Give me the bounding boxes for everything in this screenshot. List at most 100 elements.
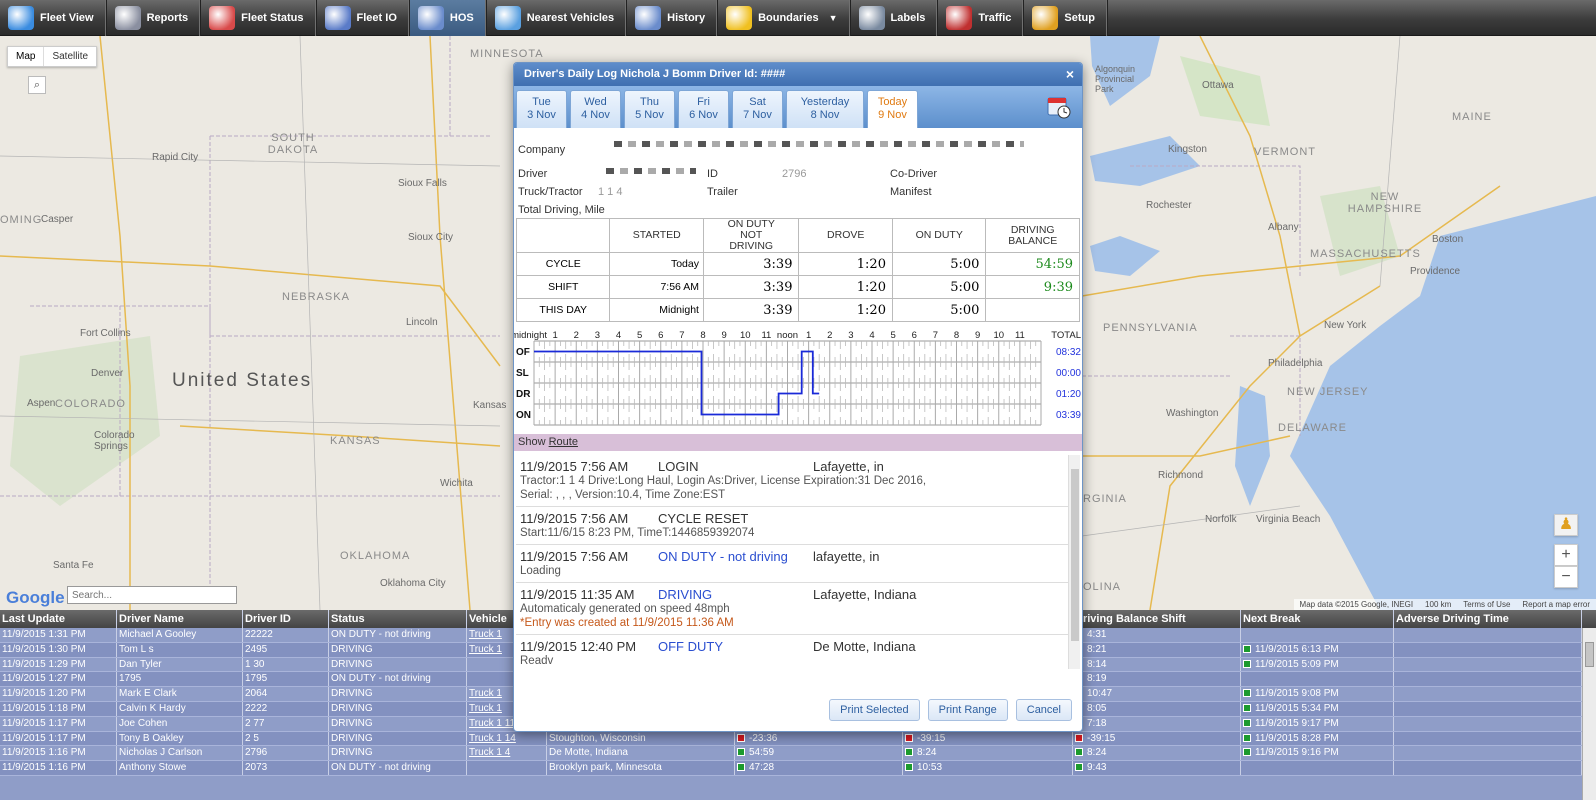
zoom-search-icon[interactable]: ⌕	[28, 76, 46, 94]
grid-column-header[interactable]: Next Break	[1241, 610, 1394, 628]
grid-column-header[interactable]: Adverse Driving Time	[1394, 610, 1582, 628]
grid-cell-status: DRIVING	[331, 702, 373, 714]
grid-cell-vehicle[interactable]: Truck 1 4	[469, 747, 510, 758]
toolbar-fleet-status-button[interactable]: Fleet Status	[201, 0, 317, 36]
toolbar-reports-button[interactable]: Reports	[107, 0, 202, 36]
toolbar-nearest-vehicles-button[interactable]: Nearest Vehicles	[487, 0, 628, 36]
grid-column-header[interactable]: Last Update	[0, 610, 117, 628]
grid-column-header[interactable]: Driver ID	[243, 610, 329, 628]
map-type-satellite-button[interactable]: Satellite	[44, 47, 96, 66]
grid-cell[interactable]: Truck 1 4	[467, 746, 547, 761]
toolbar-fleet-io-button[interactable]: Fleet IO	[317, 0, 410, 36]
print-selected-button[interactable]: Print Selected	[829, 699, 920, 721]
print-range-button[interactable]: Print Range	[927, 699, 1008, 721]
grid-cell: 2073	[243, 761, 329, 775]
status-indicator-icon	[1243, 659, 1251, 668]
grid-cell-vehicle[interactable]: Truck 1	[469, 629, 502, 640]
zoom-in-button[interactable]: +	[1554, 544, 1578, 566]
calendar-clock-icon[interactable]	[1046, 94, 1072, 120]
report-error-link[interactable]: Report a map error	[1522, 600, 1590, 609]
chevron-down-icon[interactable]: ▼	[829, 13, 838, 23]
close-icon[interactable]: ×	[1066, 63, 1074, 86]
grid-cell-c1: 54:59	[749, 747, 775, 759]
toolbar-hos-button[interactable]: HOS	[409, 0, 487, 36]
log-hour-label: 1	[552, 330, 557, 341]
log-status-label: ON	[516, 410, 531, 421]
pegman-icon[interactable]: ♟	[1554, 514, 1578, 536]
map-city-label: Norfolk	[1205, 514, 1237, 525]
tab-today[interactable]: Today 9 Nov	[867, 90, 918, 128]
toolbar-fleet-view-button[interactable]: Fleet View	[0, 0, 107, 36]
table-row[interactable]: 11/9/2015 1:17 PM Tony B Oakley 2 5 DRIVING…	[0, 731, 1596, 747]
grid-cell[interactable]: Truck 1 14	[467, 731, 547, 746]
tab-yesterday[interactable]: Yesterday 8 Nov	[786, 90, 864, 128]
table-row[interactable]: 11/9/2015 1:16 PM Nicholas J Carlson 2796 D…	[0, 746, 1596, 762]
grid-cell-vehicle[interactable]: Truck 1 14	[469, 733, 516, 744]
grid-column-header[interactable]: Status	[329, 610, 467, 628]
map-scale: 100 km	[1425, 600, 1452, 609]
grid-cell[interactable]	[467, 761, 547, 775]
log-hour-label: 2	[574, 330, 579, 341]
cancel-button[interactable]: Cancel	[1015, 699, 1072, 721]
status-indicator-icon	[1075, 748, 1083, 757]
toolbar-boundaries-button[interactable]: Boundaries ▼	[718, 0, 851, 36]
grid-cell-vehicle[interactable]: Truck 1	[469, 703, 502, 714]
grid-cell-vehicle[interactable]: Truck 1	[469, 644, 502, 655]
event-item[interactable]: 11/9/2015 7:56 AM CYCLE RESET Start:11/6/1…	[516, 507, 1080, 545]
grid-cell: 8:21	[1073, 642, 1241, 657]
toolbar-traffic-button[interactable]: Traffic	[938, 0, 1025, 36]
log-hour-label: 1	[806, 330, 811, 341]
grid-column-header[interactable]: Driving Balance Shift	[1073, 610, 1241, 628]
show-route-bar: Show Route	[514, 434, 1082, 451]
grid-column-header[interactable]: Driver Name	[117, 610, 243, 628]
event-item[interactable]: 11/9/2015 7:56 AM ON DUTY - not driving la…	[516, 545, 1080, 583]
toolbar-history-button[interactable]: History	[627, 0, 719, 36]
grid-cell-c2: 8:24	[917, 747, 937, 759]
grid-cell: Stoughton, Wisconsin	[547, 731, 735, 746]
map-state-label: KANSAS	[330, 435, 381, 447]
tab-tue[interactable]: Tue 3 Nov	[516, 90, 567, 128]
event-list-scrollbar[interactable]	[1068, 455, 1080, 669]
route-link[interactable]: Route	[549, 436, 578, 448]
terms-link[interactable]: Terms of Use	[1463, 600, 1510, 609]
grid-cell-last: 11/9/2015 1:27 PM	[2, 673, 86, 685]
drivers-daily-log-dialog: Driver's Daily Log Nichola J Bomm Driver…	[513, 62, 1083, 732]
grid-cell-vehicle[interactable]: Truck 1 11	[469, 718, 515, 729]
map-search-input[interactable]	[67, 586, 237, 604]
grid-cell: 9:43	[1073, 761, 1241, 775]
map-type-map-button[interactable]: Map	[8, 47, 45, 66]
tab-day: Thu	[640, 96, 659, 108]
event-type: ON DUTY - not driving	[658, 549, 788, 564]
status-indicator-icon	[905, 748, 913, 757]
toolbar-setup-button[interactable]: Setup	[1024, 0, 1108, 36]
grid-cell	[1394, 716, 1582, 731]
tab-thu[interactable]: Thu 5 Nov	[624, 90, 675, 128]
grid-cell	[1394, 761, 1582, 775]
event-datetime: 11/9/2015 12:40 PM	[520, 639, 637, 654]
grid-cell-shift: 8:19	[1087, 673, 1107, 685]
map-city-label: Ottawa	[1202, 80, 1234, 91]
truck-value: 1 1 4	[598, 186, 623, 198]
tab-sat[interactable]: Sat 7 Nov	[732, 90, 783, 128]
grid-cell-c1: 47:28	[749, 762, 775, 774]
day-tabs: Tue 3 Nov Wed 4 Nov Thu 5 Nov Fri 6 Nov Sat 7 Nov…	[514, 86, 1082, 128]
tab-wed[interactable]: Wed 4 Nov	[570, 90, 621, 128]
event-location: lafayette, in	[813, 549, 880, 564]
table-row[interactable]: 11/9/2015 1:16 PM Anthony Stowe 2073 ON DUT…	[0, 761, 1596, 776]
event-item[interactable]: 11/9/2015 7:56 AM LOGIN Lafayette, in Tract…	[516, 455, 1080, 507]
toolbar-label: HOS	[449, 12, 474, 24]
status-indicator-icon	[1243, 644, 1251, 653]
zoom-out-button[interactable]: −	[1554, 566, 1578, 588]
grid-cell-vehicle[interactable]: Truck 1	[469, 688, 502, 699]
grid-cell	[1394, 687, 1582, 701]
grid-cell-c2: 10:53	[917, 762, 943, 774]
hos-calendar-icon	[417, 6, 444, 30]
grid-cell: 10:53	[903, 761, 1073, 775]
tab-date: 5 Nov	[635, 109, 664, 121]
event-item[interactable]: 11/9/2015 11:35 AM DRIVING Lafayette, Indi…	[516, 583, 1080, 635]
grid-cell: DRIVING	[329, 746, 467, 761]
event-item[interactable]: 11/9/2015 12:40 PM OFF DUTY De Motte, Indi…	[516, 635, 1080, 669]
toolbar-labels-button[interactable]: Labels	[851, 0, 939, 36]
tab-fri[interactable]: Fri 6 Nov	[678, 90, 729, 128]
grid-scrollbar[interactable]	[1582, 628, 1596, 800]
